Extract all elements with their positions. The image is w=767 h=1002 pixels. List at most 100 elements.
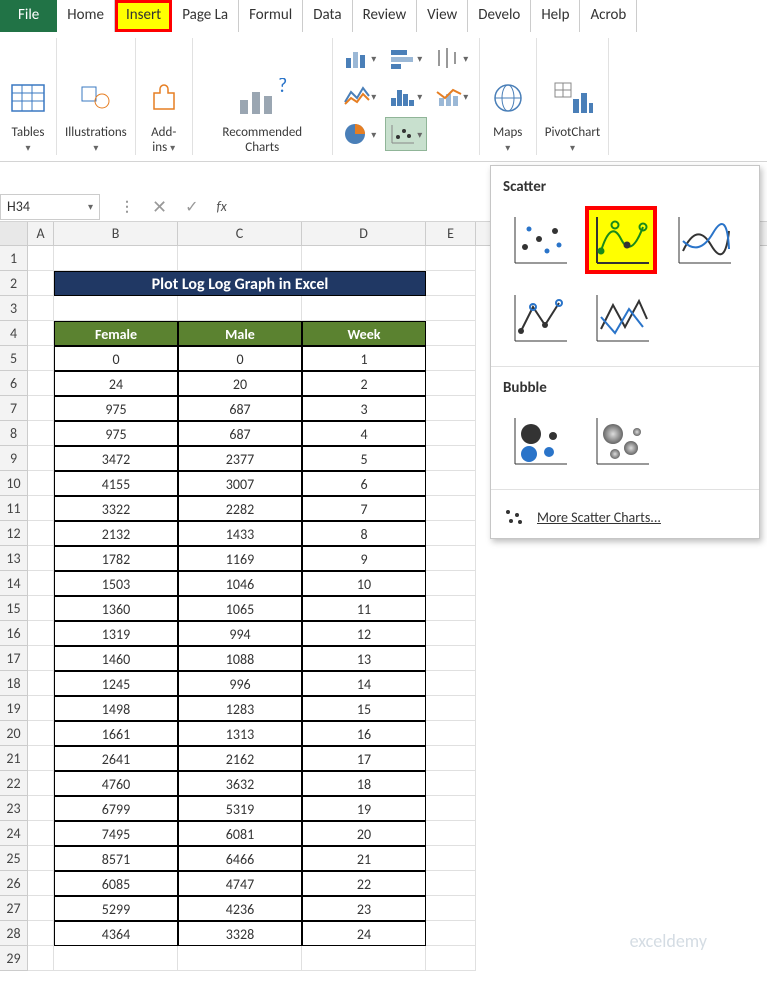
cell[interactable] bbox=[426, 521, 476, 546]
row-header[interactable]: 15 bbox=[0, 596, 28, 621]
cell[interactable]: 1661 bbox=[54, 721, 178, 746]
cell[interactable] bbox=[426, 321, 476, 346]
cell[interactable]: 1065 bbox=[178, 596, 302, 621]
cell[interactable]: 6 bbox=[302, 471, 426, 496]
row-header[interactable]: 26 bbox=[0, 871, 28, 896]
cell[interactable] bbox=[54, 946, 178, 971]
cell[interactable] bbox=[28, 821, 54, 846]
cell[interactable] bbox=[426, 796, 476, 821]
cell[interactable]: 4236 bbox=[178, 896, 302, 921]
cell[interactable] bbox=[28, 471, 54, 496]
scatter-option-smooth-lines-markers[interactable] bbox=[585, 206, 657, 274]
cell[interactable] bbox=[426, 346, 476, 371]
cell[interactable]: 4155 bbox=[54, 471, 178, 496]
group-recommended-charts[interactable]: ? Recommended Charts bbox=[193, 38, 333, 155]
tab-data[interactable]: Data bbox=[303, 0, 352, 32]
cell[interactable] bbox=[426, 596, 476, 621]
cell[interactable] bbox=[426, 271, 476, 296]
cell[interactable]: 2377 bbox=[178, 446, 302, 471]
cell[interactable] bbox=[28, 921, 54, 946]
cell[interactable] bbox=[426, 646, 476, 671]
cell[interactable]: 975 bbox=[54, 421, 178, 446]
tab-formulas[interactable]: Formul bbox=[239, 0, 303, 32]
cell[interactable] bbox=[426, 946, 476, 971]
cell[interactable] bbox=[28, 396, 54, 421]
cell[interactable] bbox=[28, 771, 54, 796]
cell[interactable]: 1046 bbox=[178, 571, 302, 596]
cell[interactable]: 21 bbox=[302, 846, 426, 871]
combo-chart-button[interactable]: ▾ bbox=[431, 79, 473, 113]
row-header[interactable]: 2 bbox=[0, 271, 28, 296]
cell[interactable]: 3632 bbox=[178, 771, 302, 796]
fx-label[interactable]: fx bbox=[217, 198, 227, 215]
cell[interactable]: 2641 bbox=[54, 746, 178, 771]
cell[interactable] bbox=[426, 396, 476, 421]
cell[interactable] bbox=[28, 546, 54, 571]
row-header[interactable]: 10 bbox=[0, 471, 28, 496]
cell[interactable] bbox=[28, 521, 54, 546]
cell[interactable] bbox=[28, 696, 54, 721]
cell[interactable] bbox=[28, 596, 54, 621]
cell[interactable] bbox=[28, 871, 54, 896]
cell[interactable]: 18 bbox=[302, 771, 426, 796]
cell[interactable]: 1360 bbox=[54, 596, 178, 621]
column-chart-button[interactable]: ▾ bbox=[339, 41, 381, 75]
cell[interactable] bbox=[178, 246, 302, 271]
name-box[interactable]: H34▾ bbox=[0, 194, 100, 220]
sheet-title[interactable]: Plot Log Log Graph in Excel bbox=[54, 271, 426, 296]
cell[interactable]: 0 bbox=[178, 346, 302, 371]
cell[interactable] bbox=[426, 721, 476, 746]
cell[interactable] bbox=[28, 796, 54, 821]
cell[interactable] bbox=[28, 946, 54, 971]
cell[interactable]: 1088 bbox=[178, 646, 302, 671]
cell[interactable]: 6799 bbox=[54, 796, 178, 821]
cell[interactable]: 23 bbox=[302, 896, 426, 921]
row-header[interactable]: 5 bbox=[0, 346, 28, 371]
cell[interactable] bbox=[28, 321, 54, 346]
cell[interactable] bbox=[54, 296, 178, 321]
cell[interactable] bbox=[28, 421, 54, 446]
cell[interactable]: 996 bbox=[178, 671, 302, 696]
cell[interactable]: 1245 bbox=[54, 671, 178, 696]
cell[interactable]: 19 bbox=[302, 796, 426, 821]
cell[interactable]: 17 bbox=[302, 746, 426, 771]
cell[interactable]: 4747 bbox=[178, 871, 302, 896]
cell[interactable] bbox=[426, 771, 476, 796]
cell[interactable] bbox=[426, 371, 476, 396]
cell[interactable]: 687 bbox=[178, 396, 302, 421]
row-header[interactable]: 7 bbox=[0, 396, 28, 421]
cell[interactable] bbox=[426, 621, 476, 646]
cell[interactable] bbox=[426, 571, 476, 596]
bar-chart-button[interactable]: ▾ bbox=[385, 41, 427, 75]
group-pivotchart[interactable]: PivotChart▾ bbox=[537, 38, 610, 155]
cell[interactable]: 6466 bbox=[178, 846, 302, 871]
cell[interactable]: 5299 bbox=[54, 896, 178, 921]
col-header-a[interactable]: A bbox=[28, 222, 54, 245]
cell[interactable]: 3 bbox=[302, 396, 426, 421]
cell[interactable]: 6085 bbox=[54, 871, 178, 896]
cell[interactable] bbox=[426, 746, 476, 771]
row-header[interactable]: 20 bbox=[0, 721, 28, 746]
cell[interactable]: 1503 bbox=[54, 571, 178, 596]
row-header[interactable]: 9 bbox=[0, 446, 28, 471]
cell[interactable]: 1433 bbox=[178, 521, 302, 546]
cell[interactable]: 5319 bbox=[178, 796, 302, 821]
cell[interactable] bbox=[28, 621, 54, 646]
scatter-option-straight-lines-markers[interactable] bbox=[503, 284, 575, 352]
cell[interactable]: 13 bbox=[302, 646, 426, 671]
pie-chart-button[interactable]: ▾ bbox=[339, 117, 381, 151]
cell[interactable]: 4760 bbox=[54, 771, 178, 796]
col-header-b[interactable]: B bbox=[54, 222, 178, 245]
row-header[interactable]: 24 bbox=[0, 821, 28, 846]
cell[interactable]: 975 bbox=[54, 396, 178, 421]
cell[interactable]: 1313 bbox=[178, 721, 302, 746]
cell[interactable]: 2162 bbox=[178, 746, 302, 771]
cell[interactable] bbox=[426, 446, 476, 471]
group-illustrations[interactable]: Illustrations▾ bbox=[57, 38, 136, 155]
cell[interactable]: 24 bbox=[302, 921, 426, 946]
cell[interactable] bbox=[426, 421, 476, 446]
cell[interactable] bbox=[54, 246, 178, 271]
cell[interactable] bbox=[178, 946, 302, 971]
cell[interactable]: 1319 bbox=[54, 621, 178, 646]
more-scatter-charts[interactable]: More Scatter Charts... bbox=[503, 502, 747, 528]
